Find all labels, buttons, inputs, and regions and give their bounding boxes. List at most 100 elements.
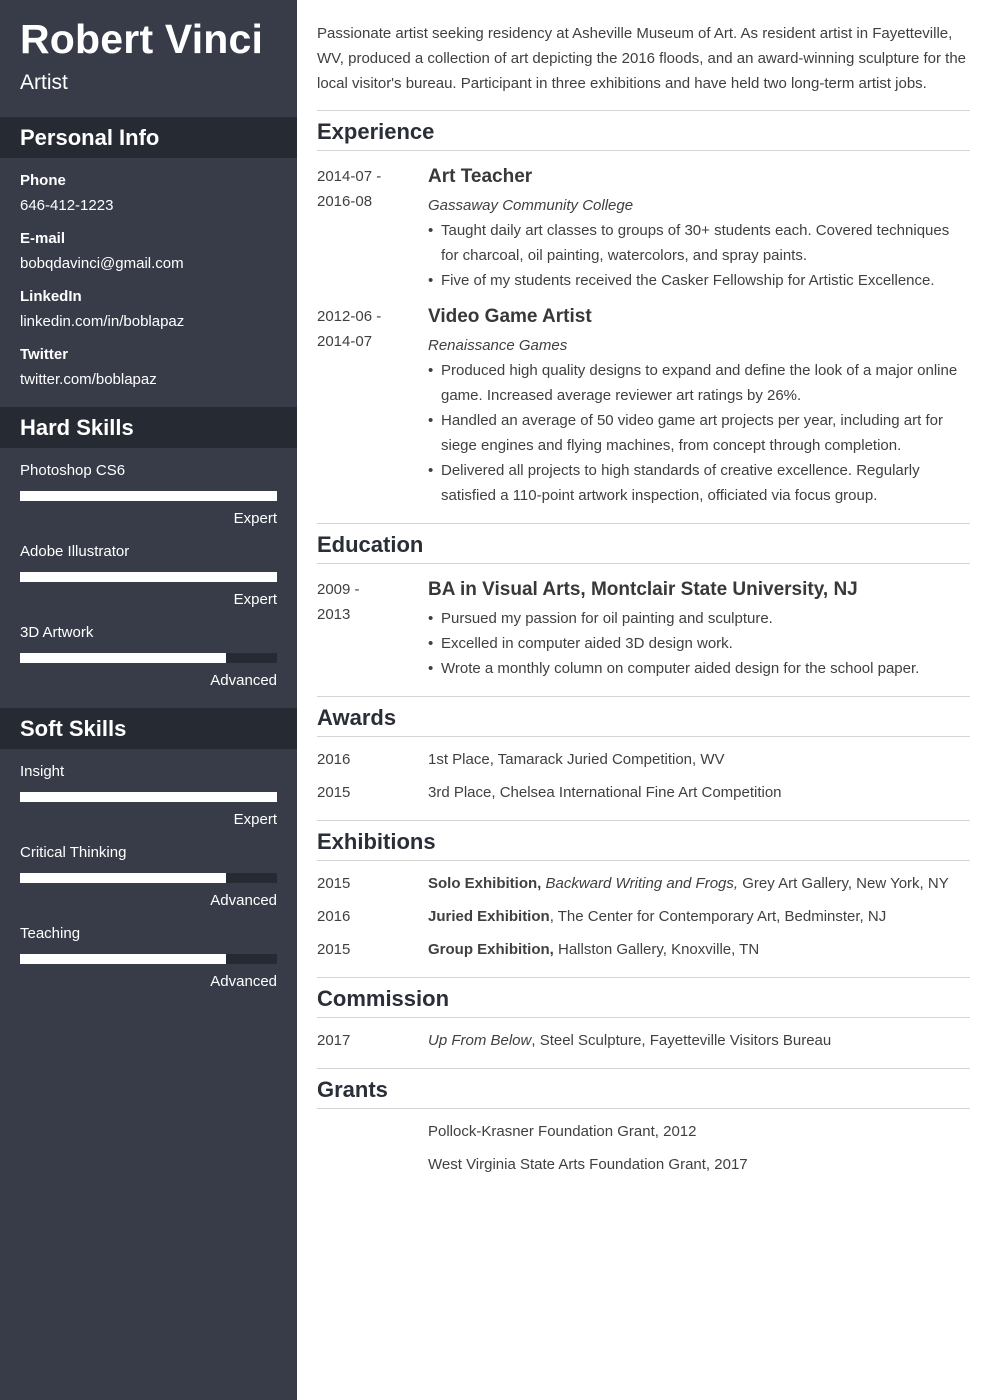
skill-name: Teaching [20, 925, 81, 942]
exhibition-venue: Grey Art Gallery, New York, NY [738, 875, 949, 892]
bullet-item: Produced high quality designs to expand … [428, 358, 970, 408]
skill-level: Advanced [210, 672, 277, 689]
soft-skills-heading: Soft Skills [0, 708, 297, 749]
skill-name: 3D Artwork [20, 624, 94, 641]
email-label: E-mail [20, 230, 66, 247]
exhibition-venue: Hallston Gallery, Knoxville, TN [553, 941, 760, 958]
job-date-start: 2014-07 - [317, 168, 382, 185]
exhibitions-heading: Exhibitions [317, 829, 436, 854]
skill-level: Advanced [210, 892, 277, 909]
grant-item: Pollock-Krasner Foundation Grant, 2012 [428, 1123, 697, 1140]
education-date-start: 2009 - [317, 581, 360, 598]
skill-bar-fill [20, 792, 277, 802]
skill-bar [20, 873, 277, 883]
divider [317, 110, 970, 111]
skill-level: Expert [233, 510, 277, 527]
skill-bar [20, 954, 277, 964]
skill-level: Expert [233, 811, 277, 828]
email-value[interactable]: bobqdavinci@gmail.com [20, 255, 184, 272]
exhibition-text: Group Exhibition, Hallston Gallery, Knox… [428, 941, 759, 958]
summary: Passionate artist seeking residency at A… [317, 25, 967, 92]
award-text: 1st Place, Tamarack Juried Competition, … [428, 751, 725, 768]
bullet-item: Delivered all projects to high standards… [428, 458, 970, 508]
divider [317, 1068, 970, 1069]
divider [317, 523, 970, 524]
exhibition-type: Group Exhibition, [428, 941, 554, 958]
bullet-item: Excelled in computer aided 3D design wor… [428, 631, 970, 656]
job-bullets: Produced high quality designs to expand … [428, 358, 970, 508]
award-year: 2015 [317, 784, 351, 801]
skill-bar-fill [20, 572, 277, 582]
skill-level: Expert [233, 591, 277, 608]
divider [317, 1108, 970, 1109]
skill-name: Insight [20, 763, 65, 780]
exhibition-year: 2015 [317, 941, 351, 958]
job-company: Gassaway Community College [428, 197, 634, 214]
soft-skills-heading-text: Soft Skills [20, 716, 127, 741]
exhibition-venue: , The Center for Contemporary Art, Bedmi… [549, 908, 887, 925]
bullet-item: Wrote a monthly column on computer aided… [428, 656, 970, 681]
phone-value: 646-412-1223 [20, 197, 114, 214]
bullet-item: Five of my students received the Casker … [428, 268, 970, 293]
hard-skills-heading: Hard Skills [0, 407, 297, 448]
divider [317, 150, 970, 151]
award-year: 2016 [317, 751, 351, 768]
divider [317, 860, 970, 861]
education-bullets: Pursued my passion for oil painting and … [428, 606, 970, 681]
commission-year: 2017 [317, 1032, 351, 1049]
exhibition-year: 2016 [317, 908, 351, 925]
job-title: Art Teacher [428, 166, 533, 187]
divider [317, 736, 970, 737]
exhibition-type: Solo Exhibition, [428, 875, 542, 892]
twitter-value[interactable]: twitter.com/boblapaz [20, 371, 157, 388]
exhibition-work: Backward Writing and Frogs, [541, 875, 739, 892]
exhibition-type: Juried Exhibition [428, 908, 550, 925]
commission-work: Up From Below [428, 1032, 532, 1049]
bullet-item: Handled an average of 50 video game art … [428, 408, 970, 458]
hard-skills-heading-text: Hard Skills [20, 415, 134, 440]
job-bullets: Taught daily art classes to groups of 30… [428, 218, 970, 293]
skill-bar [20, 491, 277, 501]
skill-bar [20, 653, 277, 663]
divider [317, 1017, 970, 1018]
exhibition-year: 2015 [317, 875, 351, 892]
twitter-label: Twitter [20, 346, 69, 363]
phone-label: Phone [20, 172, 66, 189]
commission-details: , Steel Sculpture, Fayetteville Visitors… [531, 1032, 832, 1049]
skill-bar-fill [20, 873, 226, 883]
divider [317, 977, 970, 978]
divider [317, 563, 970, 564]
education-date-end: 2013 [317, 606, 351, 623]
skill-bar-fill [20, 653, 226, 663]
candidate-title: Artist [20, 71, 68, 94]
skill-bar-fill [20, 491, 277, 501]
linkedin-label: LinkedIn [20, 288, 82, 305]
divider [317, 696, 970, 697]
awards-heading: Awards [317, 705, 397, 730]
commission-text: Up From Below, Steel Sculpture, Fayettev… [428, 1032, 831, 1049]
commission-heading: Commission [317, 986, 450, 1011]
linkedin-value[interactable]: linkedin.com/in/boblapaz [20, 313, 184, 330]
award-text: 3rd Place, Chelsea International Fine Ar… [428, 784, 782, 801]
experience-heading: Experience [317, 119, 435, 144]
grants-heading: Grants [317, 1077, 388, 1102]
education-heading: Education [317, 532, 424, 557]
personal-info-heading: Personal Info [0, 117, 297, 158]
job-title: Video Game Artist [428, 306, 592, 327]
skill-bar [20, 572, 277, 582]
skill-name: Photoshop CS6 [20, 462, 126, 479]
job-date-end: 2016-08 [317, 193, 373, 210]
sidebar: Robert Vinci Artist Personal Info Phone … [0, 0, 297, 1400]
skill-name: Adobe Illustrator [20, 543, 130, 560]
bullet-item: Pursued my passion for oil painting and … [428, 606, 970, 631]
divider [317, 820, 970, 821]
skill-bar-fill [20, 954, 226, 964]
candidate-name: Robert Vinci [20, 16, 264, 62]
job-date-start: 2012-06 - [317, 308, 382, 325]
personal-info-heading-text: Personal Info [20, 125, 160, 150]
job-date-end: 2014-07 [317, 333, 373, 350]
exhibition-text: Juried Exhibition, The Center for Contem… [428, 908, 886, 925]
education-degree: BA in Visual Arts, Montclair State Unive… [428, 579, 858, 600]
skill-level: Advanced [210, 973, 277, 990]
grant-item: West Virginia State Arts Foundation Gran… [428, 1156, 748, 1173]
